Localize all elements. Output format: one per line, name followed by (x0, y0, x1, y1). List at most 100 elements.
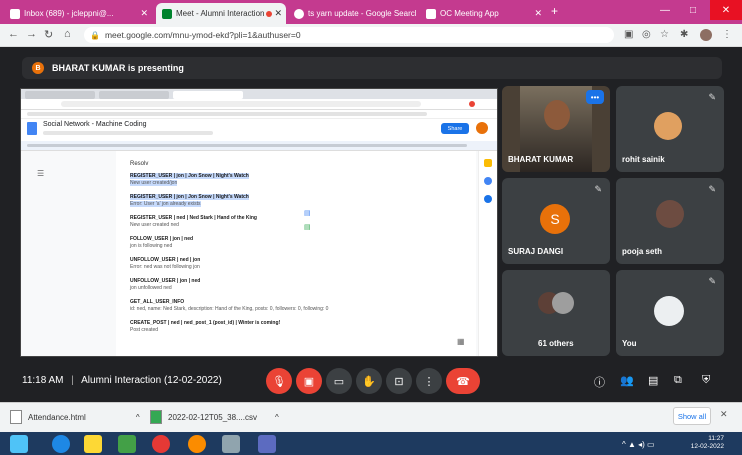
camera-icon[interactable]: ▣ (624, 29, 633, 40)
info-icon[interactable]: ⓘ (594, 374, 605, 390)
comment-icon[interactable]: ▤ (304, 209, 311, 217)
profile-avatar[interactable] (700, 29, 712, 41)
maximize-button[interactable]: □ (680, 0, 706, 20)
doc-command: UNFOLLOW_USER | jon | ned (130, 278, 201, 284)
participant-tile-you[interactable]: ✎ You (616, 270, 724, 356)
download-item[interactable]: Attendance.html ^ (10, 410, 140, 424)
suggest-icon[interactable]: ▤ (304, 223, 311, 231)
show-all-button[interactable]: Show all (673, 407, 711, 425)
presenting-text: BHARAT KUMAR is presenting (52, 63, 184, 73)
tab-meet[interactable]: Meet - Alumni Interaction ✕ (156, 3, 286, 24)
activities-icon[interactable]: ⧉ (674, 374, 682, 387)
participant-tile-rohit[interactable]: ✎ rohit sainik (616, 86, 724, 172)
ie-icon[interactable] (52, 435, 70, 453)
leave-call-button[interactable]: ☎ (446, 368, 480, 394)
meet-icon (162, 8, 172, 19)
chevron-up-icon[interactable]: ^ (136, 413, 140, 422)
app-icon[interactable] (258, 435, 276, 453)
doc-command: GET_ALL_USER_INFO (130, 299, 185, 305)
browser-toolbar: ← → ↻ ⌂ 🔒 meet.google.com/mnu-ymod-ekd?p… (0, 24, 742, 47)
tab-label: Meet - Alumni Interaction (176, 9, 265, 18)
participant-tile-bharat[interactable]: ••• BHARAT KUMAR (502, 86, 610, 172)
people-icon[interactable]: 👥 (620, 374, 634, 387)
app-icon[interactable] (118, 435, 136, 453)
chat-icon[interactable]: ▤ (648, 374, 658, 387)
firefox-icon[interactable] (188, 435, 206, 453)
docs-side-panel (478, 151, 497, 356)
outline-icon[interactable]: ☰ (37, 169, 44, 178)
doc-heading: Resolv (130, 161, 149, 167)
tab-oc-meeting[interactable]: OC Meeting App ✕ (420, 3, 548, 24)
mic-off-icon: ✎ (708, 184, 716, 194)
menu-icon[interactable]: ⋮ (722, 29, 732, 40)
present-icon: ⊡ (394, 375, 404, 388)
doc-output: New user created/jon (130, 180, 178, 186)
captions-button[interactable]: ▭ (326, 368, 352, 394)
url-text: meet.google.com/mnu-ymod-ekd?pli=1&authu… (104, 30, 301, 40)
windows-start-icon[interactable] (10, 435, 28, 453)
avatar (654, 112, 682, 140)
doc-command: FOLLOW_USER | jon | ned (130, 236, 194, 242)
presenter-avatar: B (32, 62, 44, 74)
chrome-icon[interactable] (152, 435, 170, 453)
tab-google-search[interactable]: ts yarn update - Google Search ✕ (288, 3, 416, 24)
home-icon[interactable]: ⌂ (64, 28, 71, 40)
google-icon (294, 8, 304, 19)
presenting-banner: B BHARAT KUMAR is presenting (22, 57, 722, 79)
system-clock[interactable]: 11:27 12-02-2022 (691, 435, 724, 451)
doc-command: REGISTER_USER | ned | Ned Stark | Hand o… (130, 215, 257, 221)
recording-dot-icon (266, 10, 273, 17)
app-icon[interactable] (222, 435, 240, 453)
tray-icons[interactable]: ^ ▲ ◂) ▭ (622, 440, 655, 449)
avatar (656, 200, 684, 228)
inner-address-bar (21, 99, 497, 110)
close-window-button[interactable]: ✕ (710, 0, 742, 20)
participant-tile-others[interactable]: 61 others (502, 270, 610, 356)
close-icon[interactable]: ✕ (534, 8, 542, 19)
host-controls-icon[interactable]: ⛨ (702, 374, 710, 387)
new-tab-button[interactable]: + (551, 4, 558, 18)
tab-gmail[interactable]: Inbox (689) - jcleppni@... ✕ (4, 3, 154, 24)
close-icon[interactable]: ✕ (720, 409, 728, 420)
docs-format-toolbar (21, 141, 497, 151)
inner-tab-bar (21, 89, 497, 99)
camera-toggle-button[interactable]: ▣ (296, 368, 322, 394)
file-explorer-icon[interactable] (84, 435, 102, 453)
mic-toggle-button[interactable]: 🎙 (266, 368, 292, 394)
present-button[interactable]: ⊡ (386, 368, 412, 394)
browser-tab-bar: Inbox (689) - jcleppni@... ✕ Meet - Alum… (0, 0, 742, 24)
close-icon[interactable]: ✕ (140, 8, 148, 19)
doc-command: CREATE_POST | ned | ned_post_1 (post_id)… (130, 320, 281, 326)
bookmark-star-icon[interactable]: ☆ (660, 29, 669, 40)
doc-title: Social Network - Machine Coding (43, 121, 147, 128)
file-icon (150, 410, 162, 424)
explore-icon[interactable]: ▦ (457, 337, 465, 346)
close-icon[interactable]: ✕ (274, 8, 282, 19)
doc-page: Resolv REGISTER_USER | jon | Jon Snow | … (116, 151, 476, 356)
puzzle-icon[interactable]: ✱ (680, 29, 688, 40)
forward-icon[interactable]: → (26, 28, 37, 40)
minimize-button[interactable]: — (652, 0, 678, 20)
captions-icon: ▭ (333, 375, 345, 388)
reload-icon[interactable]: ↻ (44, 28, 53, 41)
participant-tile-pooja[interactable]: ✎ pooja seth (616, 178, 724, 264)
shared-screen: Social Network - Machine Coding Share ☰ … (20, 88, 498, 357)
participant-tile-suraj[interactable]: ✎ S SURAJ DANGI (502, 178, 610, 264)
doc-output: id: ned, name: Ned Stark, description: H… (130, 306, 329, 312)
docs-icon (27, 122, 37, 135)
clock-date: 12-02-2022 (690, 443, 724, 450)
back-icon[interactable]: ← (8, 28, 19, 40)
doc-output: jon unfollowed ned (130, 285, 172, 291)
raise-hand-button[interactable]: ✋ (356, 368, 382, 394)
address-bar[interactable]: 🔒 meet.google.com/mnu-ymod-ekd?pli=1&aut… (84, 27, 614, 43)
extension-icon[interactable]: ◎ (642, 29, 651, 40)
more-options-button[interactable]: ⋮ (416, 368, 442, 394)
participant-name: SURAJ DANGI (508, 247, 564, 256)
tab-label: Inbox (689) - jcleppni@... (24, 9, 114, 18)
download-item[interactable]: 2022-02-12T05_38....csv ^ (150, 410, 279, 424)
mic-off-icon: ✎ (708, 92, 716, 102)
chevron-up-icon[interactable]: ^ (275, 413, 279, 422)
share-button[interactable]: Share (441, 123, 469, 134)
docs-header: Social Network - Machine Coding Share (21, 119, 497, 141)
download-name: Attendance.html (28, 412, 86, 422)
